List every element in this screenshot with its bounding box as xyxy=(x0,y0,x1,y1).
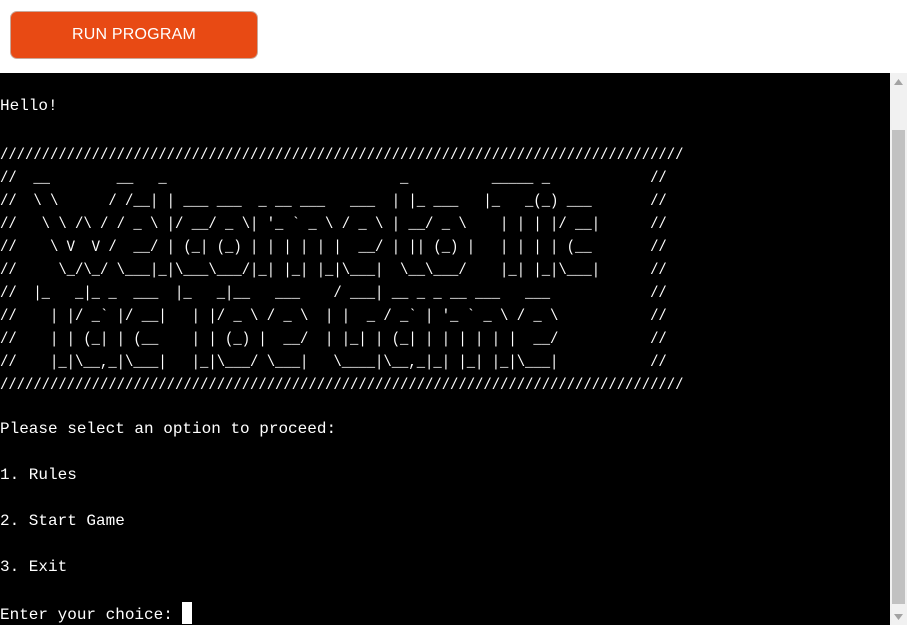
banner-line: ////////////////////////////////////////… xyxy=(0,376,684,394)
toolbar: RUN PROGRAM xyxy=(0,0,907,73)
welcome-banner: ////////////////////////////////////////… xyxy=(0,144,683,397)
banner-line: // __ __ _ _ _____ _ // xyxy=(0,169,667,187)
run-program-button[interactable]: RUN PROGRAM xyxy=(10,11,258,59)
input-line[interactable]: Enter your choice: xyxy=(0,602,193,625)
terminal-output[interactable]: Hello! /////////////////////////////////… xyxy=(0,73,890,625)
option-exit: 3. Exit xyxy=(0,558,68,576)
menu-prompt: Please select an option to proceed: xyxy=(0,420,337,438)
banner-line: // | | (_| | (__ | | (_) | __/ | |_| | (… xyxy=(0,330,667,348)
option-start-game: 2. Start Game xyxy=(0,512,125,530)
triangle-down-icon[interactable] xyxy=(890,608,907,625)
banner-line: // | |/ _` |/ __| | |/ _ \ / _ \ | | _ /… xyxy=(0,307,667,325)
greeting-text: Hello! xyxy=(0,97,58,115)
banner-line: // |_ _|_ _ ___ |_ _|__ ___ / ___| __ _ … xyxy=(0,284,667,302)
banner-line: // |_|\__,_|\___| |_|\___/ \___| \____|\… xyxy=(0,353,667,371)
banner-line: // \ \ /\ / / _ \ |/ __/ _ \| '_ ` _ \ /… xyxy=(0,215,667,233)
terminal-scrollbar[interactable] xyxy=(890,73,907,625)
scrollbar-thumb[interactable] xyxy=(892,130,905,604)
banner-line: ////////////////////////////////////////… xyxy=(0,146,684,164)
text-cursor xyxy=(182,602,193,624)
option-rules: 1. Rules xyxy=(0,466,77,484)
banner-line: // \ V V / __/ | (_| (_) | | | | | | __/… xyxy=(0,238,667,256)
triangle-up-icon[interactable] xyxy=(890,73,907,90)
input-prompt: Enter your choice: xyxy=(0,606,183,624)
banner-line: // \_/\_/ \___|_|\___\___/|_| |_| |_|\__… xyxy=(0,261,667,279)
banner-line: // \ \ / /__| | ___ ___ _ __ ___ ___ | |… xyxy=(0,192,667,210)
